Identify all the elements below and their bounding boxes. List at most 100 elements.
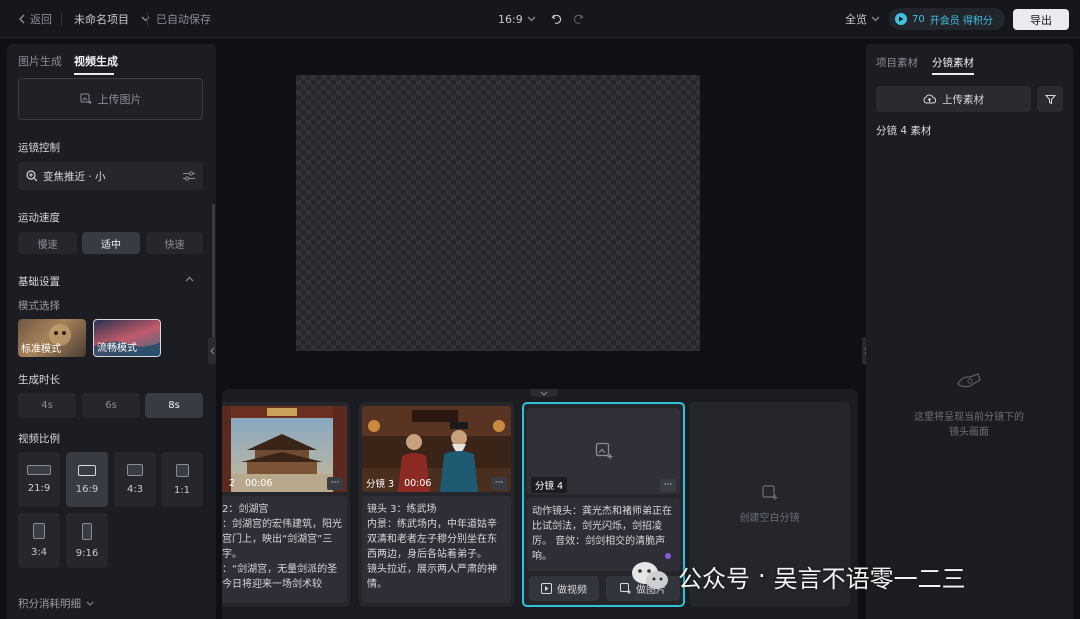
back-label: 返回 — [30, 13, 52, 26]
ratio-label: 21:9 — [27, 483, 51, 494]
ratio-21-9-option[interactable]: 21:9 — [18, 452, 60, 507]
chevron-up-icon[interactable] — [185, 276, 194, 282]
credits-detail-label: 积分消耗明细 — [18, 598, 81, 610]
membership-promo: 开会员 得积分 — [929, 15, 993, 27]
project-name-dropdown[interactable]: 未命名项目 — [74, 0, 150, 38]
ratio-9-16-icon — [82, 522, 92, 540]
upload-image-button[interactable]: 上传图片 — [18, 78, 203, 120]
image-add-icon — [595, 442, 612, 459]
credit-icon — [895, 13, 907, 25]
shot-3-duration: 00:06 — [404, 477, 432, 489]
shot-2-label-row: 2 00:06 ··· — [222, 474, 347, 492]
mode-smooth-card[interactable]: 流畅模式 — [93, 319, 161, 357]
left-panel: 图片生成 视频生成 上传图片 运镜控制 变焦推近 · 小 运动速度 慢速 适中 … — [7, 44, 216, 619]
redo-button[interactable] — [572, 0, 584, 38]
tab-project-assets[interactable]: 项目素材 — [876, 55, 918, 70]
image-add-icon — [80, 93, 92, 105]
credit-count: 70 — [912, 13, 925, 25]
preview-canvas[interactable] — [296, 75, 700, 351]
redo-icon — [572, 13, 584, 25]
chevron-left-icon — [209, 347, 214, 355]
speed-slow-option[interactable]: 慢速 — [18, 232, 77, 254]
speed-fast-option[interactable]: 快速 — [146, 232, 203, 254]
ratio-16-9-icon — [78, 464, 96, 476]
ratio-21-9-icon — [27, 465, 51, 475]
ratio-label: 3:4 — [30, 547, 48, 558]
empty-state-icon — [956, 372, 982, 390]
camera-control-label: 运镜控制 — [18, 142, 60, 154]
undo-icon — [551, 13, 563, 25]
video-add-icon — [541, 583, 552, 594]
wechat-logo-icon — [630, 559, 670, 593]
right-panel: 项目素材 分镜素材 上传素材 分镜 4 素材 这里将呈现当前分镜下的镜头画面 — [866, 44, 1073, 619]
active-tab-underline — [932, 73, 974, 75]
mode-select-label: 模式选择 — [18, 300, 60, 312]
chevron-down-icon — [141, 16, 150, 22]
export-button[interactable]: 导出 — [1013, 9, 1069, 30]
zoom-in-icon — [26, 170, 38, 182]
make-video-label: 做视频 — [557, 585, 587, 596]
aspect-ratio-dropdown[interactable]: 16:9 — [498, 0, 536, 38]
ratio-3-4-option[interactable]: 3:4 — [18, 513, 60, 568]
upload-asset-button[interactable]: 上传素材 — [876, 86, 1031, 112]
watermark: 公众号 · 吴言不语零一二三 — [630, 556, 966, 596]
upload-image-label: 上传图片 — [97, 93, 142, 106]
ratio-16-9-option[interactable]: 16:9 — [66, 452, 108, 507]
tab-shot-assets[interactable]: 分镜素材 — [932, 55, 974, 70]
mode-smooth-label: 流畅模式 — [97, 343, 137, 354]
autosave-status: 已自动保存 — [156, 13, 211, 26]
duration-6s-option[interactable]: 6s — [82, 393, 140, 418]
empty-state-hint: 这里将呈现当前分镜下的镜头画面 — [914, 412, 1024, 438]
duration-8s-option[interactable]: 8s — [145, 393, 203, 418]
collapse-left-panel-handle[interactable] — [208, 337, 216, 365]
tab-video-generation[interactable]: 视频生成 — [74, 53, 118, 69]
top-bar: 返回 未命名项目 已自动保存 16:9 全览 70 开会员 得积分 导出 — [0, 0, 1080, 38]
tab-image-generation[interactable]: 图片生成 — [18, 53, 62, 69]
more-options-icon[interactable]: ··· — [327, 476, 343, 490]
view-mode-dropdown[interactable]: 全览 — [845, 0, 880, 38]
credits-pill[interactable]: 70 开会员 得积分 — [889, 8, 1005, 30]
speed-medium-option[interactable]: 适中 — [82, 232, 140, 254]
camera-control-value: 变焦推近 · 小 — [43, 170, 106, 183]
divider — [61, 12, 62, 26]
active-tab-underline — [74, 73, 114, 75]
duration-4s-option[interactable]: 4s — [18, 393, 76, 418]
shot-4-label: 分镜 4 — [531, 477, 568, 493]
credits-detail-toggle[interactable]: 积分消耗明细 — [18, 596, 94, 611]
settings-sliders-icon[interactable] — [183, 171, 195, 181]
shot-2-description[interactable]: 2：剑湖宫 ：剑湖宫的宏伟建筑，阳光宫门上，映出“剑湖宫”三字。 ：“剑湖宫，无… — [222, 496, 347, 603]
ratio-4-3-icon — [127, 464, 143, 476]
storyboard-shot-2[interactable]: 2 00:06 ··· 2：剑湖宫 ：剑湖宫的宏伟建筑，阳光宫门上，映出“剑湖宫… — [222, 402, 350, 607]
undo-button[interactable] — [551, 0, 563, 38]
ratio-1-1-icon — [175, 463, 189, 477]
chevron-down-icon — [540, 391, 548, 396]
ratio-1-1-option[interactable]: 1:1 — [161, 452, 203, 507]
view-mode-value: 全览 — [845, 13, 867, 26]
storyboard-shot-3[interactable]: 分镜 3 00:06 ··· 镜头 3：练武场 内景：练武场内，中年道姑辛双清和… — [359, 402, 514, 607]
ratio-label: 16:9 — [75, 483, 99, 495]
shot-3-label-row: 分镜 3 00:06 ··· — [362, 474, 511, 492]
watermark-account: 吴言不语零一二三 — [773, 564, 966, 593]
ratio-label: 9:16 — [75, 547, 99, 559]
filter-button[interactable] — [1037, 86, 1063, 112]
shot-2-duration: 00:06 — [245, 477, 273, 489]
shot-3-description[interactable]: 镜头 3：练武场 内景：练武场内，中年道姑辛双清和老者左子穆分别坐在东西两边，身… — [362, 496, 511, 603]
ratio-4-3-option[interactable]: 4:3 — [114, 452, 156, 507]
back-button[interactable]: 返回 — [18, 0, 52, 38]
ratio-9-16-option[interactable]: 9:16 — [66, 513, 108, 568]
chevron-down-icon — [86, 601, 94, 606]
upload-asset-label: 上传素材 — [942, 93, 984, 106]
add-frame-icon — [761, 485, 777, 500]
camera-control-select[interactable]: 变焦推近 · 小 — [18, 162, 203, 190]
more-options-icon[interactable]: ··· — [660, 478, 676, 492]
mode-standard-card[interactable]: 标准模式 — [18, 319, 86, 357]
shot-assets-title: 分镜 4 素材 — [876, 125, 932, 137]
make-video-button[interactable]: 做视频 — [529, 576, 599, 601]
video-ratio-label: 视频比例 — [18, 433, 60, 445]
left-tabs: 图片生成 视频生成 — [7, 44, 216, 76]
more-options-icon[interactable]: ··· — [491, 476, 507, 490]
ratio-label: 4:3 — [126, 484, 144, 495]
timeline-collapse-handle[interactable] — [530, 389, 558, 397]
project-name: 未命名项目 — [74, 13, 129, 26]
mode-standard-label: 标准模式 — [21, 344, 61, 355]
